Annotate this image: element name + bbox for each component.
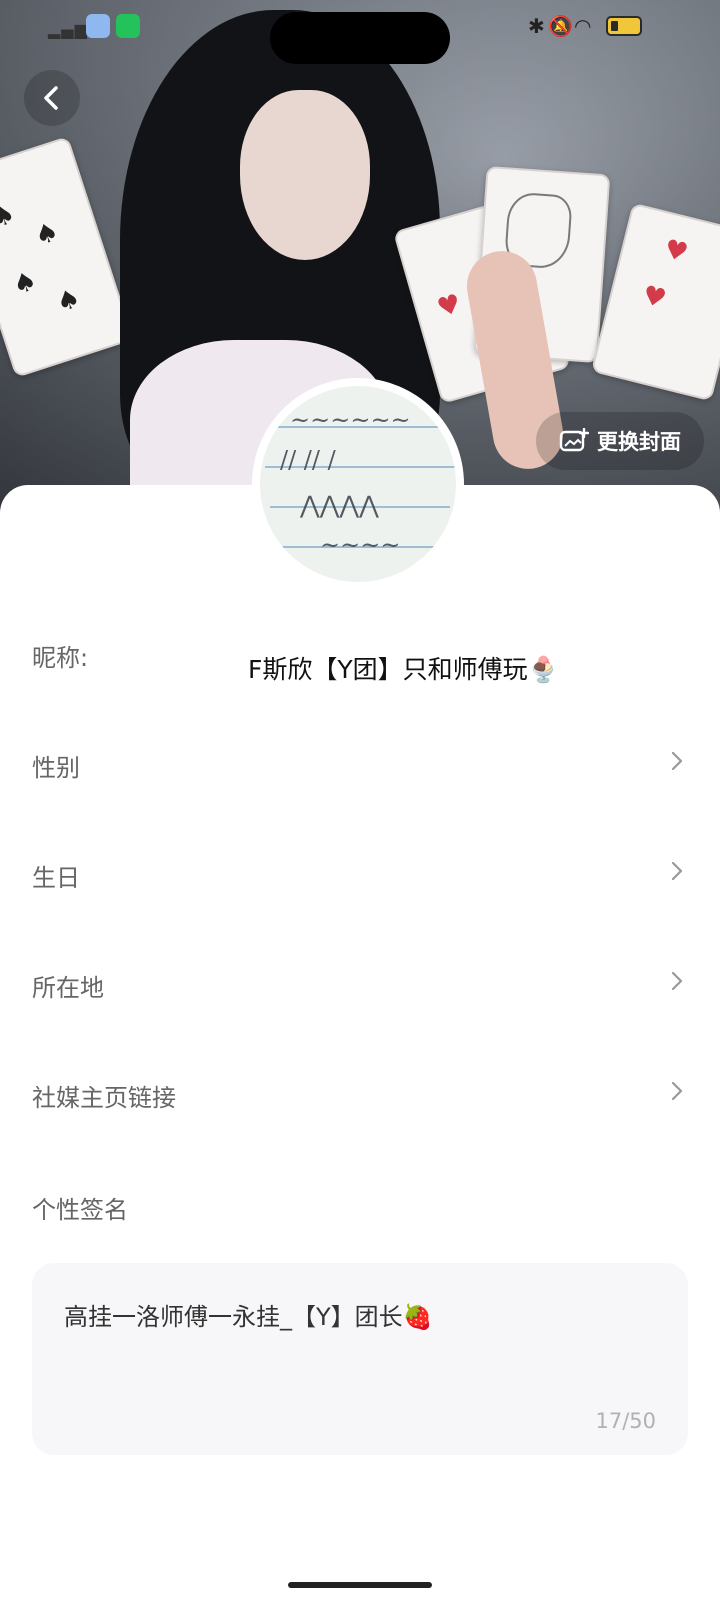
status-bar: ▂▄▆ ✱ 🔕 ◠ <box>0 0 720 64</box>
chevron-right-icon <box>671 862 683 880</box>
home-indicator <box>288 1582 432 1588</box>
portrait-face <box>240 90 370 260</box>
location-label: 所在地 <box>32 974 104 1002</box>
nickname-label: 昵称: <box>32 644 89 672</box>
signal-icon: ▂▄▆ <box>48 20 88 39</box>
mute-bell-icon: 🔕 <box>548 14 573 38</box>
camera-notch <box>270 12 450 64</box>
chevron-right-icon <box>671 752 683 770</box>
change-cover-label: 更换封面 <box>597 430 681 454</box>
signature-text: 高挂一洛师傅一永挂_【Y】团长🍓 <box>64 1303 433 1331</box>
chevron-left-icon <box>44 86 58 110</box>
assistant-app-icon <box>86 14 110 38</box>
birthday-label: 生日 <box>32 864 80 892</box>
change-cover-button[interactable]: 更换封面 <box>536 412 704 470</box>
wifi-icon: ◠ <box>574 14 592 38</box>
bluetooth-icon: ✱ <box>528 14 545 38</box>
chevron-right-icon <box>671 1082 683 1100</box>
battery-icon <box>606 16 642 36</box>
avatar-image: ~~~~~~ // // / ⋀⋀⋀⋀ ~~~~ <box>260 386 456 582</box>
camera-app-icon <box>116 14 140 38</box>
signature-counter: 17/50 <box>595 1409 656 1433</box>
social-link-label: 社媒主页链接 <box>32 1084 176 1112</box>
chevron-right-icon <box>671 972 683 990</box>
gender-label: 性别 <box>32 754 80 782</box>
back-button[interactable] <box>24 70 80 126</box>
avatar[interactable]: ~~~~~~ // // / ⋀⋀⋀⋀ ~~~~ <box>252 378 464 590</box>
image-plus-icon <box>559 428 589 452</box>
nickname-value[interactable]: F斯欣【Y团】只和师傅玩🍨 <box>248 650 559 686</box>
signature-label: 个性签名 <box>32 1196 128 1224</box>
signature-textarea[interactable]: 高挂一洛师傅一永挂_【Y】团长🍓 17/50 <box>32 1263 688 1455</box>
